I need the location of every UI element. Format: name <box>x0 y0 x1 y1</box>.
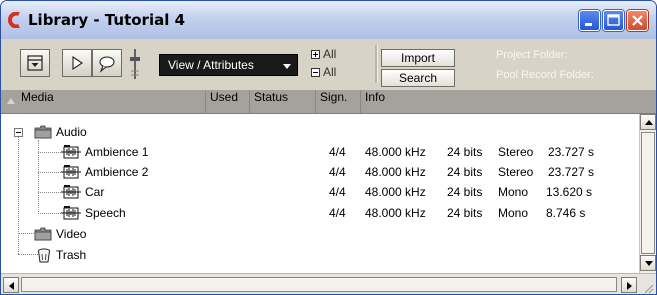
collapse-all-button[interactable]: All <box>311 65 336 79</box>
project-folder-label: Project Folder: <box>496 49 568 61</box>
view-attributes-label: View / Attributes <box>168 58 254 72</box>
vertical-scrollbar[interactable] <box>639 114 656 273</box>
loop-icon <box>99 56 115 73</box>
clip-name: Car <box>85 185 105 199</box>
column-header: Media Used Status Sign. Info <box>1 90 656 114</box>
expand-all-button[interactable]: All <box>311 47 336 61</box>
folder-label-audio: Audio <box>56 125 87 139</box>
clip-length: 8.746 s <box>546 206 586 220</box>
folder-row-trash[interactable]: Trash <box>1 245 639 265</box>
audio-clip-icon <box>61 185 81 199</box>
column-media-label: Media <box>21 90 54 104</box>
scroll-right-button[interactable] <box>621 277 637 293</box>
audio-clip-icon <box>61 165 81 179</box>
clip-channels: Mono <box>498 206 529 220</box>
clip-channels: Stereo <box>498 145 534 159</box>
library-window: Library - Tutorial 4 View / Attributes A… <box>0 0 657 295</box>
clip-name: Speech <box>85 206 126 220</box>
collapse-icon[interactable] <box>14 128 23 137</box>
toolbar: View / Attributes All All Import Search … <box>1 39 656 90</box>
play-icon <box>72 55 83 71</box>
info-toggle-button[interactable] <box>20 49 50 77</box>
clip-sample-rate: 48.000 kHz <box>365 185 426 199</box>
folder-label-video: Video <box>56 227 87 241</box>
clip-bit-depth: 24 bits <box>447 206 483 220</box>
maximize-button[interactable] <box>603 10 624 31</box>
chevron-up-icon <box>645 120 653 125</box>
collapse-panel-icon <box>27 55 43 71</box>
clip-signature: 4/4 <box>329 145 346 159</box>
clip-row[interactable]: Speech 4/4 48.000 kHz 24 bits Mono 8.746… <box>1 203 639 223</box>
column-media[interactable]: Media <box>1 90 206 113</box>
resize-grip-icon[interactable] <box>642 282 654 294</box>
clip-bit-depth: 24 bits <box>447 145 483 159</box>
plus-box-icon <box>311 50 320 59</box>
folder-row-audio[interactable]: Audio <box>1 122 639 142</box>
audio-clip-icon <box>61 206 81 220</box>
title-bar[interactable]: Library - Tutorial 4 <box>1 1 656 39</box>
column-info[interactable]: Info <box>361 90 656 113</box>
chevron-right-icon <box>627 282 632 290</box>
search-button[interactable]: Search <box>381 69 455 87</box>
window-title: Library - Tutorial 4 <box>28 11 186 29</box>
vertical-scroll-thumb[interactable] <box>641 132 655 254</box>
folder-icon <box>34 227 52 241</box>
clip-channels: Stereo <box>498 165 534 179</box>
chevron-down-icon <box>645 261 653 266</box>
clip-signature: 4/4 <box>329 185 346 199</box>
clip-channels: Mono <box>498 185 529 199</box>
clip-name: Ambience 1 <box>85 145 149 159</box>
sort-ascending-icon <box>7 98 15 104</box>
clip-row[interactable]: Car 4/4 48.000 kHz 24 bits Mono 13.620 s <box>1 182 639 202</box>
chevron-left-icon <box>9 282 14 290</box>
maximize-icon <box>607 14 620 26</box>
trash-icon <box>38 248 50 263</box>
column-used[interactable]: Used <box>206 90 250 113</box>
clip-signature: 4/4 <box>329 206 346 220</box>
folder-icon <box>34 125 52 139</box>
volume-slider-icon[interactable] <box>128 47 142 81</box>
clip-sample-rate: 48.000 kHz <box>365 165 426 179</box>
minus-box-icon <box>311 68 320 77</box>
scroll-left-button[interactable] <box>3 277 19 293</box>
collapse-all-label: All <box>323 65 337 79</box>
audio-clip-icon <box>61 145 81 159</box>
clip-length: 23.727 s <box>548 145 595 159</box>
clip-length: 13.620 s <box>546 185 593 199</box>
minimize-button[interactable] <box>579 10 600 31</box>
expand-all-label: All <box>323 47 337 61</box>
clip-row[interactable]: Ambience 2 4/4 48.000 kHz 24 bits Stereo… <box>1 162 639 182</box>
cubase-logo-icon <box>8 12 20 28</box>
toolbar-divider <box>375 45 378 83</box>
column-sign[interactable]: Sign. <box>316 90 361 113</box>
play-button[interactable] <box>62 49 92 77</box>
close-button[interactable] <box>627 10 648 31</box>
close-icon <box>632 15 643 26</box>
clip-name: Ambience 2 <box>85 165 149 179</box>
chevron-down-icon <box>283 64 291 69</box>
clip-bit-depth: 24 bits <box>447 185 483 199</box>
import-button[interactable]: Import <box>381 49 455 67</box>
pool-record-folder-label: Pool Record Folder: <box>496 69 594 81</box>
loop-button[interactable] <box>92 49 122 77</box>
clip-sample-rate: 48.000 kHz <box>365 145 426 159</box>
scroll-up-button[interactable] <box>640 114 656 130</box>
minimize-icon <box>585 23 592 26</box>
horizontal-scrollbar[interactable] <box>1 273 656 294</box>
view-attributes-dropdown[interactable]: View / Attributes <box>159 54 298 76</box>
clip-sample-rate: 48.000 kHz <box>365 206 426 220</box>
horizontal-scroll-thumb[interactable] <box>21 277 617 292</box>
trash-label: Trash <box>56 248 87 262</box>
clip-length: 23.727 s <box>548 165 595 179</box>
column-status[interactable]: Status <box>250 90 316 113</box>
scroll-down-button[interactable] <box>640 255 656 271</box>
folder-row-video[interactable]: Video <box>1 224 639 244</box>
clip-signature: 4/4 <box>329 165 346 179</box>
media-list: Audio Ambience 1 4/4 48.000 kHz 24 bits … <box>1 114 639 273</box>
clip-row[interactable]: Ambience 1 4/4 48.000 kHz 24 bits Stereo… <box>1 142 639 162</box>
clip-bit-depth: 24 bits <box>447 165 483 179</box>
